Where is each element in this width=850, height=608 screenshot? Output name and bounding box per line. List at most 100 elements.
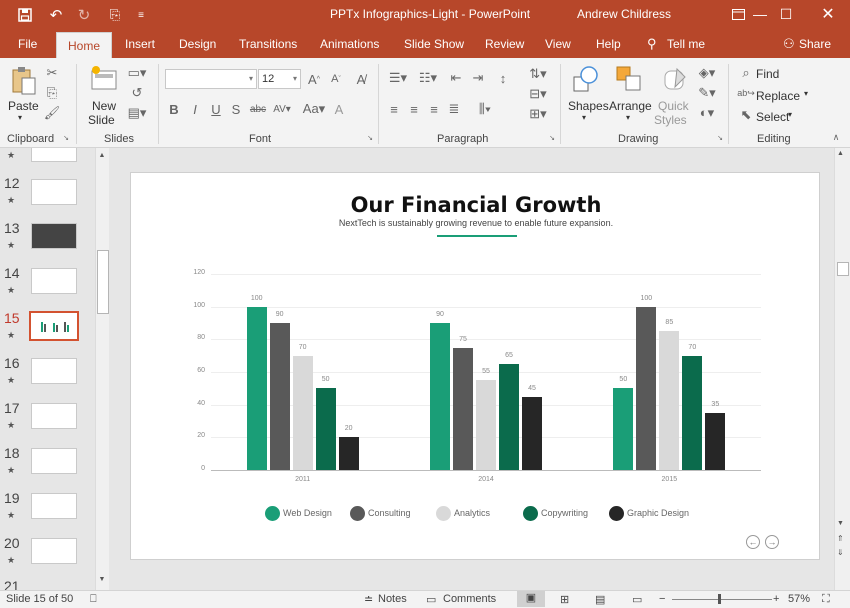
zoom-out-icon[interactable]: −	[659, 593, 665, 605]
bullets-icon[interactable]: ☰▾	[386, 70, 410, 86]
thumbnail-scroll-thumb[interactable]	[97, 250, 109, 314]
new-slide-label-2[interactable]: Slide	[88, 113, 115, 127]
decrease-indent-icon[interactable]: ⇤	[448, 70, 464, 86]
tab-review[interactable]: Review	[485, 30, 524, 58]
chart-bar[interactable]	[499, 363, 519, 470]
paste-label[interactable]: Paste	[8, 99, 39, 113]
paste-icon[interactable]	[10, 66, 38, 96]
shape-outline-icon[interactable]: ✎▾	[696, 85, 718, 100]
next-slide-arrows-icon[interactable]: ⇓	[837, 548, 844, 557]
replace-button[interactable]: Replace	[756, 89, 800, 103]
underline-icon[interactable]: U	[209, 101, 223, 117]
shapes-dropdown-icon[interactable]: ▾	[582, 113, 586, 122]
arrange-icon[interactable]	[614, 64, 644, 96]
chart-bar[interactable]	[476, 380, 496, 470]
previous-slide-arrows-icon[interactable]: ⇑	[837, 534, 844, 543]
scroll-down-icon[interactable]: ▼	[96, 574, 108, 586]
previous-slide-icon[interactable]: ←	[746, 535, 760, 549]
tab-home[interactable]: Home	[56, 32, 113, 58]
select-dropdown-icon[interactable]: ▾	[788, 110, 792, 119]
clear-formatting-icon[interactable]: A̸	[352, 71, 370, 87]
slide-thumbnail[interactable]	[31, 179, 77, 205]
drawing-launcher-icon[interactable]: ↘	[716, 134, 724, 142]
text-direction-icon[interactable]: ⇅▾	[528, 66, 548, 82]
text-shadow-icon[interactable]: S	[229, 101, 243, 117]
customize-quick-access-icon[interactable]: ≡	[134, 4, 148, 26]
share-button[interactable]: Share	[799, 30, 831, 58]
cut-icon[interactable]: ✂	[45, 65, 59, 80]
chart-bar[interactable]	[269, 323, 290, 470]
quick-styles-label[interactable]: Quick	[658, 99, 689, 113]
quick-styles-icon[interactable]	[660, 64, 690, 96]
change-case-icon[interactable]: Aa▾	[302, 101, 326, 117]
spell-check-icon[interactable]: ⎕	[90, 593, 97, 606]
close-icon[interactable]: ✕	[808, 2, 848, 26]
tab-view[interactable]: View	[545, 30, 571, 58]
new-slide-label[interactable]: New	[92, 99, 116, 113]
chart-bar[interactable]	[453, 347, 473, 470]
align-text-icon[interactable]: ⊟▾	[528, 86, 548, 102]
chart-bar[interactable]	[705, 412, 726, 470]
chart-bar[interactable]	[430, 323, 450, 470]
zoom-slider[interactable]	[672, 599, 772, 600]
quick-styles-label-2[interactable]: Styles	[654, 113, 687, 127]
copy-icon[interactable]: ⎘	[45, 85, 59, 100]
slide-scroll-thumb[interactable]	[837, 262, 849, 276]
undo-icon[interactable]: ↶	[44, 4, 68, 26]
slideshow-icon[interactable]: ▭	[632, 593, 642, 606]
paragraph-launcher-icon[interactable]: ↘	[548, 134, 556, 142]
chart-bar[interactable]	[682, 355, 703, 470]
maximize-icon[interactable]: ☐	[766, 2, 806, 26]
paste-dropdown-icon[interactable]: ▾	[18, 113, 22, 122]
comments-icon[interactable]: ▭	[426, 593, 436, 606]
tab-insert[interactable]: Insert	[125, 30, 155, 58]
tab-animations[interactable]: Animations	[320, 30, 379, 58]
chart-bar[interactable]	[315, 388, 336, 470]
shapes-label[interactable]: Shapes	[568, 99, 609, 113]
strikethrough-icon[interactable]: abc	[249, 101, 267, 117]
bar-chart[interactable]: 0 20 40 60 80 100 120 100 90 70 50 20 2011 90 75 55 65 45…	[131, 173, 821, 561]
find-button[interactable]: Find	[756, 67, 779, 81]
replace-dropdown-icon[interactable]: ▾	[804, 89, 808, 98]
increase-indent-icon[interactable]: ⇥	[470, 70, 486, 86]
format-painter-icon[interactable]: 🖌	[44, 105, 61, 120]
font-color-icon[interactable]: A	[332, 101, 346, 117]
find-icon[interactable]: ⌕	[739, 65, 753, 80]
slide-sorter-icon[interactable]: ⊞	[560, 593, 569, 606]
slide-thumbnail[interactable]	[31, 268, 77, 294]
columns-icon[interactable]: ⫼▾	[474, 101, 496, 117]
font-launcher-icon[interactable]: ↘	[366, 134, 374, 142]
select-button[interactable]: Select	[756, 110, 789, 124]
character-spacing-icon[interactable]: AV▾	[272, 101, 292, 117]
justify-icon[interactable]: ≣	[446, 101, 462, 117]
scroll-up-icon[interactable]: ▲	[837, 150, 844, 157]
chart-bar[interactable]	[338, 437, 359, 470]
smartart-icon[interactable]: ⊞▾	[528, 106, 548, 122]
tab-help[interactable]: Help	[596, 30, 621, 58]
tab-file[interactable]: File	[18, 30, 37, 58]
font-size-combobox[interactable]: 12 ▾	[258, 69, 301, 89]
line-spacing-icon[interactable]: ↕	[494, 70, 512, 86]
clipboard-launcher-icon[interactable]: ↘	[62, 134, 70, 142]
replace-icon[interactable]: ab↪	[737, 86, 755, 100]
bold-icon[interactable]: B	[167, 101, 181, 117]
chart-bar[interactable]	[636, 306, 657, 470]
slide-thumbnail[interactable]	[31, 448, 77, 474]
notes-icon[interactable]: ≐	[364, 593, 373, 606]
chart-bar[interactable]	[522, 396, 542, 470]
comments-button[interactable]: Comments	[443, 593, 496, 605]
tab-slide-show[interactable]: Slide Show	[404, 30, 464, 58]
collapse-ribbon-icon[interactable]: ∧	[830, 132, 842, 142]
slide-canvas[interactable]: Our Financial Growth NextTech is sustain…	[130, 172, 820, 560]
align-right-icon[interactable]: ≡	[426, 101, 442, 117]
chart-bar[interactable]	[659, 331, 680, 470]
shape-fill-icon[interactable]: ◈▾	[696, 65, 718, 80]
scroll-up-icon[interactable]: ▲	[96, 150, 108, 162]
align-left-icon[interactable]: ≡	[386, 101, 402, 117]
zoom-level[interactable]: 57%	[788, 593, 810, 605]
numbering-icon[interactable]: ☷▾	[416, 70, 440, 86]
slide-thumbnail[interactable]	[31, 148, 77, 162]
redo-icon[interactable]: ↻	[74, 4, 94, 26]
align-center-icon[interactable]: ≡	[406, 101, 422, 117]
shapes-icon[interactable]	[570, 64, 600, 96]
